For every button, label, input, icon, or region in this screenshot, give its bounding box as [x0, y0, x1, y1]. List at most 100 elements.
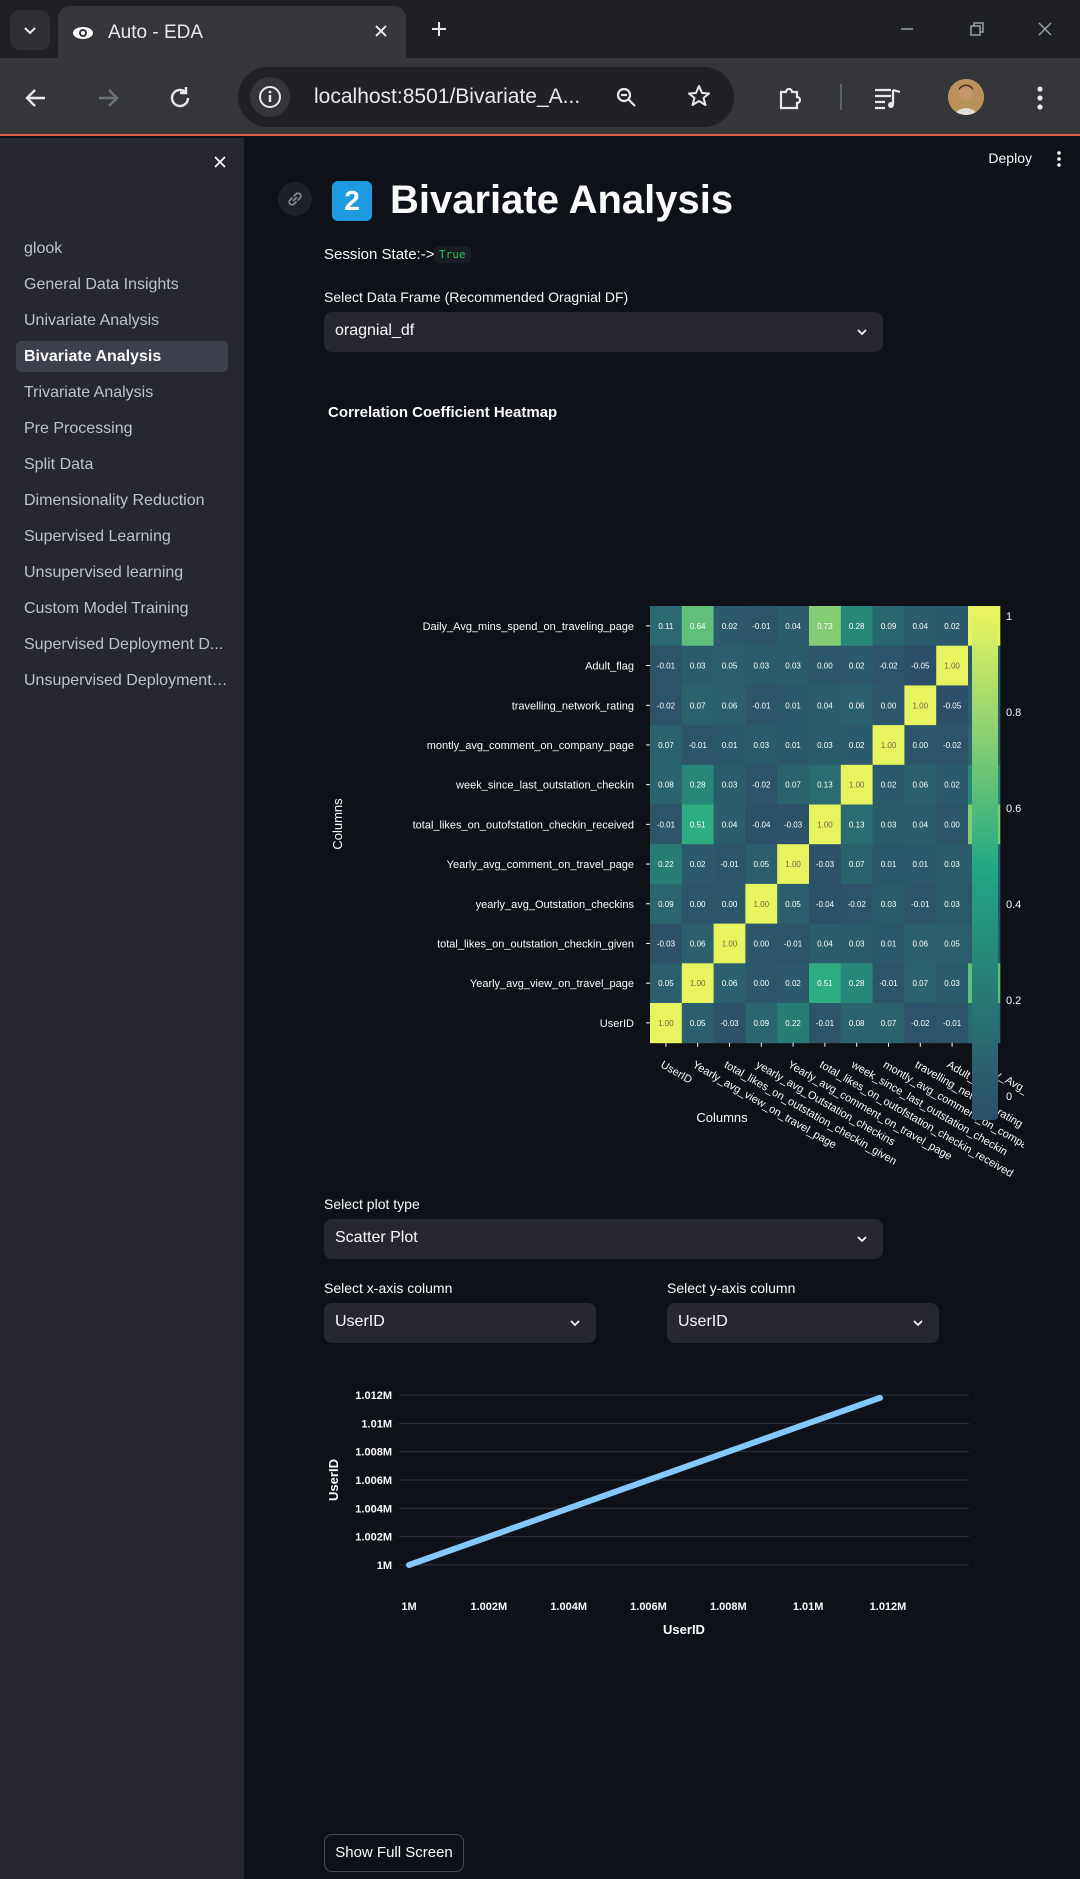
show-full-screen-button[interactable]: Show Full Screen	[324, 1834, 464, 1872]
heatmap-cell-label: 1.00	[785, 860, 801, 869]
minimize-icon	[901, 28, 913, 30]
active-tab[interactable]: Auto - EDA	[58, 6, 406, 58]
scatter-x-tick-label: 1.002M	[470, 1601, 507, 1613]
sidebar: glook General Data Insights Univariate Ana…	[0, 138, 244, 1879]
browser-menu-button[interactable]	[1020, 78, 1060, 118]
heatmap-cell-label: 0.01	[722, 741, 738, 750]
heatmap-y-tick-label: travelling_network_rating	[512, 700, 634, 712]
tab-close-button[interactable]	[368, 18, 394, 44]
sidebar-item[interactable]: Supervised Learning	[16, 521, 228, 552]
heatmap-cell-label: 0.02	[944, 622, 960, 631]
dataframe-select[interactable]: oragnial_df	[324, 312, 883, 352]
heatmap-cell-label: -0.01	[752, 701, 771, 710]
forward-button[interactable]	[88, 78, 128, 118]
kebab-menu-icon	[1037, 86, 1043, 110]
sidebar-item[interactable]: Custom Model Training	[16, 593, 228, 624]
heatmap-cell-label: -0.01	[720, 860, 739, 869]
zoom-icon[interactable]	[614, 85, 638, 109]
heatmap-title: Correlation Coefficient Heatmap	[328, 404, 558, 421]
media-queue-icon	[875, 88, 901, 110]
sidebar-item[interactable]: Pre Processing	[16, 413, 228, 444]
heatmap-cell-label: -0.03	[657, 939, 676, 948]
x-axis-select[interactable]: UserID	[324, 1303, 596, 1343]
plot-type-select[interactable]: Scatter Plot	[324, 1219, 883, 1259]
heatmap-cell-label: 0.01	[913, 860, 929, 869]
heatmap-cell-label: 0.06	[913, 939, 929, 948]
heatmap-cell-label: 0.08	[658, 781, 674, 790]
new-tab-button[interactable]	[424, 14, 454, 44]
correlation-heatmap: 0.11 0.64 0.02 -0.01 0.04 0.73 0.28 0.09 0.04 0.0…	[330, 606, 1024, 1180]
heatmap-y-tick-label: Daily_Avg_mins_spend_on_traveling_page	[423, 621, 634, 633]
heatmap-cell-label: 0.00	[913, 741, 929, 750]
heatmap-cell-label: -0.03	[784, 820, 803, 829]
restore-button[interactable]	[962, 14, 992, 44]
window-close-button[interactable]	[1030, 14, 1060, 44]
scatter-x-tick-label: 1.004M	[550, 1601, 587, 1613]
heatmap-cell-label: 0.09	[754, 1019, 770, 1028]
address-bar[interactable]: localhost:8501/Bivariate_A...	[238, 67, 734, 127]
heatmap-cell-label: -0.01	[879, 979, 898, 988]
deploy-button[interactable]: Deploy	[988, 150, 1032, 166]
main-menu-button[interactable]	[1050, 148, 1068, 170]
sidebar-item[interactable]: Unsupervised Deployment ...	[16, 665, 228, 696]
heatmap-cell-label: 0.03	[944, 860, 960, 869]
close-icon	[375, 25, 387, 37]
heatmap-cell-label: -0.01	[784, 939, 803, 948]
heatmap-cell-label: -0.02	[911, 1019, 930, 1028]
sidebar-item[interactable]: Unsupervised learning	[16, 557, 228, 588]
eye-icon	[73, 27, 93, 39]
heatmap-cell-label: -0.01	[911, 900, 930, 909]
scatter-plot[interactable]: 1M 1M 1.002M 1.002M 1.004M 1.004M 1.006M 1.006M…	[324, 1382, 1044, 1742]
scatter-y-tick-label: 1.004M	[355, 1503, 392, 1515]
sidebar-item[interactable]: glook	[16, 233, 228, 264]
scatter-y-tick-label: 1.01M	[361, 1418, 392, 1430]
heatmap-cell-label: 0.03	[944, 979, 960, 988]
heatmap-cell-label: 0.05	[754, 860, 770, 869]
sidebar-item[interactable]: Univariate Analysis	[16, 305, 228, 336]
heatmap-cell-label: 0.07	[690, 701, 706, 710]
site-info-button[interactable]	[250, 77, 290, 117]
chevron-down-icon	[570, 1320, 580, 1327]
sidebar-item[interactable]: Trivariate Analysis	[16, 377, 228, 408]
heatmap-y-tick-label: montly_avg_comment_on_company_page	[427, 740, 634, 752]
heatmap-x-tick-label: UserID	[658, 1059, 694, 1087]
heatmap-cell-label: 0.07	[913, 979, 929, 988]
heatmap-cell-label: 0.00	[881, 701, 897, 710]
y-axis-select[interactable]: UserID	[667, 1303, 939, 1343]
colorbar-tick-label: 1	[1006, 611, 1012, 623]
main-content: Deploy 2 Bivariate Analysis Session Stat…	[244, 138, 1080, 1879]
sidebar-item[interactable]: Bivariate Analysis	[16, 341, 228, 372]
heatmap-cell-label: 0.28	[690, 781, 706, 790]
media-control-button[interactable]	[868, 78, 908, 118]
heatmap-cell-label: 0.02	[881, 781, 897, 790]
heatmap-y-tick-label: yearly_avg_Outstation_checkins	[476, 899, 635, 911]
sidebar-item[interactable]: Supervised Deployment D...	[16, 629, 228, 660]
heatmap-y-tick-label: Yearly_avg_comment_on_travel_page	[447, 859, 634, 871]
minimize-button[interactable]	[892, 14, 922, 44]
back-button[interactable]	[16, 78, 56, 118]
sidebar-item[interactable]: Split Data	[16, 449, 228, 480]
tab-search-button[interactable]	[10, 10, 50, 50]
heatmap-cell-label: 0.13	[849, 820, 865, 829]
heatmap-cell-label: 0.07	[849, 860, 865, 869]
y-axis-select-value: UserID	[678, 1313, 728, 1330]
extensions-button[interactable]	[770, 78, 810, 118]
heatmap-cell-label: 0.00	[944, 820, 960, 829]
scatter-x-axis-title: UserID	[663, 1622, 705, 1637]
sidebar-close-button[interactable]	[208, 150, 232, 174]
reload-button[interactable]	[160, 78, 200, 118]
heatmap-cell-label: -0.03	[816, 860, 835, 869]
heatmap-cell-label: 0.09	[881, 622, 897, 631]
sidebar-item[interactable]: Dimensionality Reduction	[16, 485, 228, 516]
info-icon	[259, 86, 281, 108]
profile-avatar[interactable]	[948, 79, 984, 115]
sidebar-item[interactable]: General Data Insights	[16, 269, 228, 300]
url-text: localhost:8501/Bivariate_A...	[314, 85, 580, 109]
heatmap-y-tick-label: total_likes_on_outstation_checkin_given	[437, 938, 634, 950]
browser-tab-bar: Auto - EDA	[0, 0, 1080, 58]
bookmark-star-icon[interactable]	[686, 83, 712, 109]
heatmap-cell-label: 1.00	[754, 900, 770, 909]
link-icon	[288, 192, 302, 206]
header-anchor-link[interactable]	[278, 182, 312, 216]
heatmap-x-axis-title: Columns	[696, 1110, 748, 1125]
